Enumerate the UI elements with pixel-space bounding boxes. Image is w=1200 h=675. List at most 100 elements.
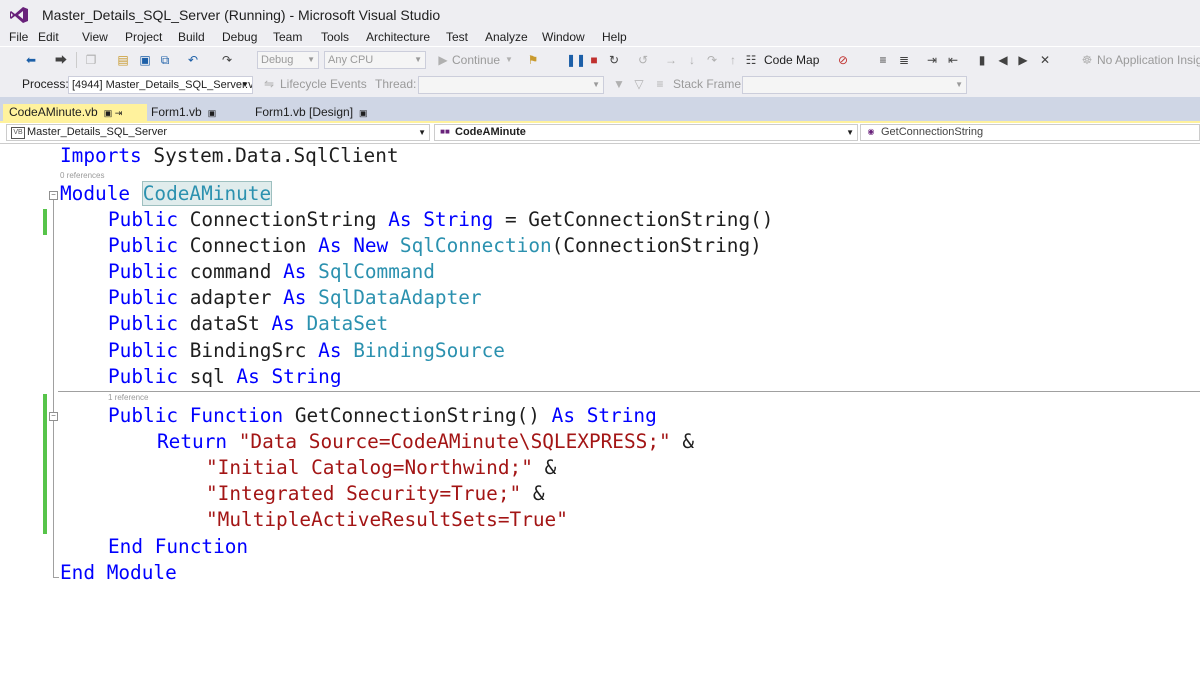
tab-form1-code[interactable]: Form1.vb ▣ [145,104,245,121]
thread-dropdown[interactable]: ▼ [418,76,604,94]
menu-window[interactable]: Window [542,30,585,44]
step-into-icon[interactable]: ↓ [685,53,699,67]
menu-debug[interactable]: Debug [222,30,257,44]
menu-project[interactable]: Project [125,30,162,44]
code-line: Public BindingSrc As BindingSource [108,339,505,362]
step-out-icon[interactable]: ↑ [726,53,740,67]
step-over-icon[interactable]: ↷ [705,53,719,67]
tab-codeaminute[interactable]: CodeAMinute.vb ▣ ⇥ [3,104,147,121]
save-all-icon[interactable]: ⧉ [158,53,172,67]
code-line: Public dataSt As DataSet [108,312,389,335]
chevron-down-icon[interactable]: ▼ [502,53,516,67]
code-line: "Initial Catalog=Northwind;" & [206,456,557,479]
lifecycle-events-icon[interactable]: ⇋ [262,77,276,91]
menu-test[interactable]: Test [446,30,468,44]
platform-value: Any CPU [328,54,374,66]
change-indicator [43,394,47,534]
indicator-margin [0,144,22,675]
code-line-imports: Imports System.Data.SqlClient [60,144,399,167]
show-next-statement-icon[interactable]: → [664,53,678,67]
tab-label: CodeAMinute.vb [9,105,98,119]
solution-platform-dropdown[interactable]: Any CPU ▼ [324,51,426,69]
hot-reload-icon[interactable]: ↺ [636,53,650,67]
collapse-module-icon[interactable]: − [49,191,58,200]
type-value: CodeAMinute [455,126,526,138]
code-line: "Integrated Security=True;" & [206,482,545,505]
chevron-down-icon: ▼ [846,128,854,137]
stack-frame-icon: ≡ [656,77,664,91]
code-map-button[interactable]: Code Map [764,53,819,67]
chevron-down-icon: ▼ [414,55,422,64]
code-editor[interactable]: − − Imports System.Data.SqlClient 0 refe… [0,144,1200,675]
filter-thread-icon[interactable]: ▽ [632,77,646,91]
pause-icon[interactable]: ❚❚ [566,53,586,67]
configuration-value: Debug [261,54,294,66]
thread-label: Thread: [375,77,417,91]
pin-icon[interactable]: ▣ [208,108,217,118]
chevron-down-icon: ▼ [307,55,315,64]
restart-icon[interactable]: ↻ [607,53,621,67]
new-project-icon[interactable]: ❐ [84,53,98,67]
stack-frame-dropdown[interactable]: ▼ [742,76,967,94]
title-bar: Master_Details_SQL_Server (Running) - Mi… [0,0,1200,30]
tab-form1-design[interactable]: Form1.vb [Design] ▣ [249,104,379,121]
comment-icon[interactable]: ≡ [876,53,890,67]
redo-icon[interactable]: ↷ [220,53,234,67]
process-dropdown[interactable]: [4944] Master_Details_SQL_Server.v ▼ [68,76,253,94]
member-value: GetConnectionString [881,126,984,138]
menu-help[interactable]: Help [602,30,627,44]
menu-tools[interactable]: Tools [321,30,349,44]
continue-icon[interactable]: ▶ [436,53,450,67]
menu-view[interactable]: View [82,30,108,44]
undo-icon[interactable]: ↶ [186,53,200,67]
menu-architecture[interactable]: Architecture [366,30,430,44]
application-insights-button[interactable]: No Application Insig [1097,53,1200,67]
outdent-icon[interactable]: ⇤ [946,53,960,67]
menu-file[interactable]: File [9,30,28,44]
tab-label: Form1.vb [Design] [255,105,354,119]
vb-project-icon: VB [11,127,25,139]
project-dropdown[interactable]: VB Master_Details_SQL_Server ▼ [6,124,430,141]
forward-icon[interactable]: ⮕ [54,53,68,67]
prev-bookmark-icon[interactable]: ◀ [996,53,1010,67]
code-line-end-function: End Function [108,535,249,558]
attach-process-icon[interactable]: ⚑ [526,53,540,67]
debug-location-toolbar: Process: [4944] Master_Details_SQL_Serve… [0,73,1200,97]
menu-team[interactable]: Team [273,30,302,44]
pin-icon[interactable]: ▣ [359,108,368,118]
solution-configuration-dropdown[interactable]: Debug ▼ [257,51,319,69]
code-map-icon[interactable]: ☷ [744,53,758,67]
member-dropdown[interactable]: ◉ GetConnectionString [860,124,1200,141]
save-icon[interactable]: ▣ [138,53,152,67]
code-line: Public adapter As SqlDataAdapter [108,286,482,309]
collapse-function-icon[interactable]: − [49,412,58,421]
breakpoint-icon[interactable]: ⊘ [836,53,850,67]
code-line: Return "Data Source=CodeAMinute\SQLEXPRE… [157,430,695,453]
method-icon: ◉ [867,127,875,136]
menu-build[interactable]: Build [178,30,205,44]
flag-thread-icon[interactable]: ▼ [612,77,626,91]
pin-icon[interactable]: ▣ ⇥ [104,108,123,118]
back-icon[interactable]: ⬅ [24,53,38,67]
clear-bookmarks-icon[interactable]: ✕ [1038,53,1052,67]
continue-button[interactable]: Continue [452,53,500,67]
window-title: Master_Details_SQL_Server (Running) - Mi… [42,7,441,23]
code-line-module: Module CodeAMinute [60,181,273,206]
bookmark-icon[interactable]: ▮ [975,53,989,67]
uncomment-icon[interactable]: ≣ [897,53,911,67]
navigation-bar: VB Master_Details_SQL_Server ▼ ■■ CodeAMi… [0,123,1200,144]
code-line: Public ConnectionString As String = GetC… [108,208,774,231]
indent-icon[interactable]: ⇥ [925,53,939,67]
menu-analyze[interactable]: Analyze [485,30,528,44]
lifecycle-events-dropdown[interactable]: Lifecycle Events [280,77,367,91]
open-file-icon[interactable]: ▤ [116,53,130,67]
chevron-down-icon: ▼ [955,80,963,89]
codelens-references[interactable]: 1 reference [108,393,148,402]
menu-edit[interactable]: Edit [38,30,59,44]
type-dropdown[interactable]: ■■ CodeAMinute ▼ [434,124,858,141]
next-bookmark-icon[interactable]: ▶ [1016,53,1030,67]
application-insights-icon[interactable]: ☸ [1080,53,1094,67]
stop-icon[interactable]: ■ [587,53,601,67]
codelens-references[interactable]: 0 references [60,171,104,180]
process-label: Process: [22,77,69,91]
